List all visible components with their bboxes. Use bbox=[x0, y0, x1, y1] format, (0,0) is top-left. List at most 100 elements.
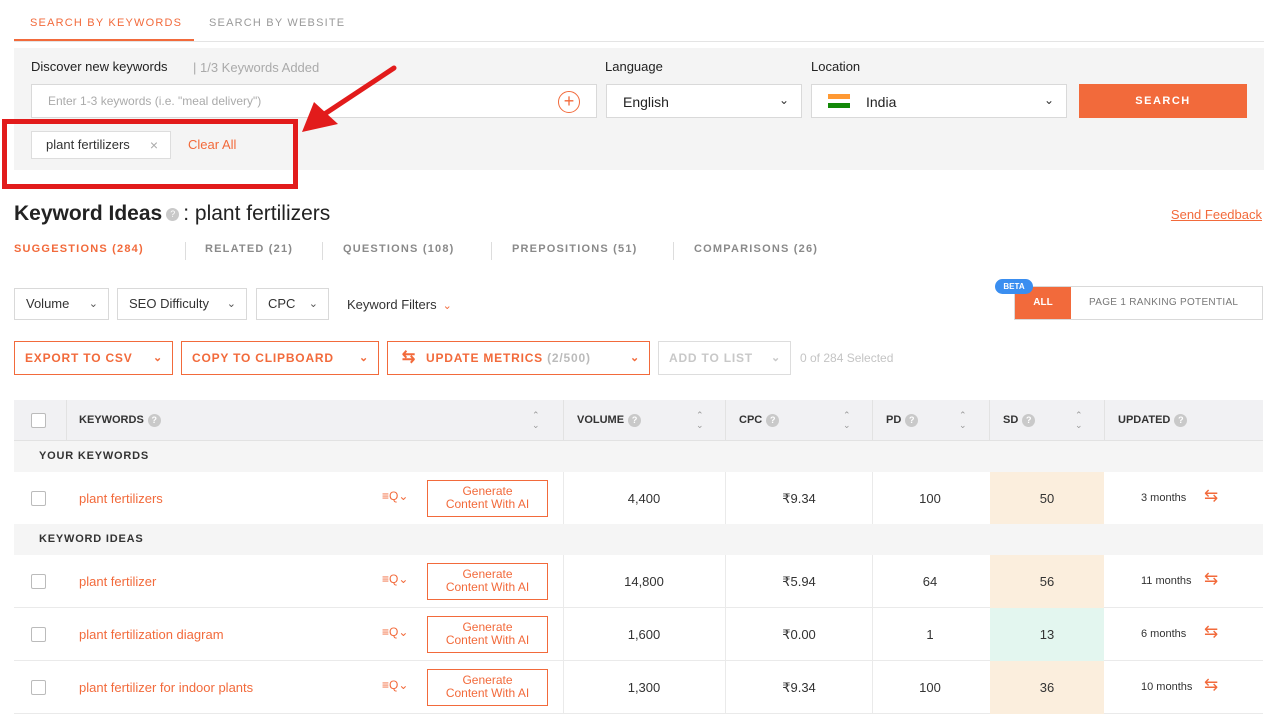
search-button[interactable]: SEARCH bbox=[1079, 84, 1247, 118]
page-title: Keyword Ideas?: plant fertilizers bbox=[14, 202, 330, 226]
update-metrics-button[interactable]: ⇆ UPDATE METRICS (2/500) ⌄ bbox=[387, 341, 650, 375]
generate-label-line2: Content With AI bbox=[445, 580, 530, 594]
export-csv-button[interactable]: EXPORT TO CSV ⌄ bbox=[14, 341, 173, 375]
sd-value: 56 bbox=[990, 555, 1104, 608]
annotation-arrow-icon bbox=[302, 65, 397, 132]
help-icon[interactable]: ? bbox=[166, 207, 180, 221]
tab-comparisons[interactable]: COMPARISONS (26) bbox=[694, 243, 818, 255]
table-row[interactable]: plant fertilizers ≡Q⌄ Generate Content Wi… bbox=[14, 472, 1263, 525]
header-volume[interactable]: VOLUME? bbox=[577, 400, 645, 441]
page1-ranking-toggle-button[interactable]: PAGE 1 RANKING POTENTIAL bbox=[1089, 287, 1238, 319]
serp-filter-icon[interactable]: ≡Q⌄ bbox=[382, 625, 408, 639]
table-row[interactable]: plant fertilizer for indoor plants ≡Q⌄ G… bbox=[14, 661, 1263, 714]
generate-label-line1: Generate bbox=[462, 673, 513, 687]
add-to-list-button[interactable]: ADD TO LIST ⌄ bbox=[658, 341, 791, 375]
row-checkbox[interactable] bbox=[31, 680, 46, 695]
tab-search-by-website[interactable]: SEARCH BY WEBSITE bbox=[209, 17, 345, 29]
help-icon[interactable]: ? bbox=[905, 413, 919, 427]
copy-clipboard-label: COPY TO CLIPBOARD bbox=[192, 351, 334, 365]
serp-filter-icon[interactable]: ≡Q⌄ bbox=[382, 572, 408, 586]
add-keyword-plus-icon[interactable]: + bbox=[558, 91, 580, 113]
chevron-down-icon: ⌄ bbox=[629, 352, 640, 364]
serp-filter-icon[interactable]: ≡Q⌄ bbox=[382, 678, 408, 692]
location-label: Location bbox=[811, 59, 861, 74]
section-keyword-ideas: KEYWORD IDEAS bbox=[14, 524, 1263, 555]
send-feedback-link[interactable]: Send Feedback bbox=[1171, 207, 1262, 222]
tab-related[interactable]: RELATED (21) bbox=[205, 243, 293, 255]
chevron-down-icon: ⌄ bbox=[308, 298, 318, 310]
cpc-filter[interactable]: CPC ⌄ bbox=[256, 288, 329, 320]
volume-filter[interactable]: Volume ⌄ bbox=[14, 288, 109, 320]
generate-content-button[interactable]: Generate Content With AI bbox=[427, 563, 548, 600]
keyword-link[interactable]: plant fertilizer bbox=[79, 574, 156, 589]
cpc-value: ₹5.94 bbox=[782, 574, 816, 589]
keyword-link[interactable]: plant fertilizers bbox=[79, 491, 163, 506]
refresh-icon[interactable]: ⇆ bbox=[1204, 675, 1218, 695]
table-row[interactable]: plant fertilization diagram ≡Q⌄ Generate… bbox=[14, 608, 1263, 661]
header-divider bbox=[1104, 400, 1105, 441]
seo-difficulty-filter[interactable]: SEO Difficulty ⌄ bbox=[117, 288, 247, 320]
select-all-checkbox[interactable] bbox=[31, 413, 46, 428]
row-checkbox[interactable] bbox=[31, 491, 46, 506]
help-icon[interactable]: ? bbox=[1174, 413, 1188, 427]
chevron-down-icon: ⌄ bbox=[1043, 93, 1054, 107]
cpc-value: ₹0.00 bbox=[782, 627, 816, 642]
volume-value: 4,400 bbox=[627, 491, 661, 506]
header-updated[interactable]: UPDATED? bbox=[1118, 400, 1191, 441]
sd-value: 13 bbox=[990, 608, 1104, 661]
sort-icon[interactable]: ⌃ ⌄ bbox=[532, 410, 540, 430]
serp-filter-icon[interactable]: ≡Q⌄ bbox=[382, 489, 408, 503]
table-header: KEYWORDS? ⌃ ⌄ VOLUME? ⌃ ⌄ CPC? ⌃ ⌄ PD? ⌃ ⌄ S… bbox=[14, 400, 1263, 441]
help-icon[interactable]: ? bbox=[766, 413, 780, 427]
sort-icon[interactable]: ⌃ ⌄ bbox=[843, 410, 851, 430]
pd-value: 100 bbox=[919, 680, 941, 695]
header-updated-label: UPDATED bbox=[1118, 414, 1171, 426]
keyword-filters-dropdown[interactable]: Keyword Filters ⌄ bbox=[347, 297, 452, 312]
keyword-link[interactable]: plant fertilization diagram bbox=[79, 627, 224, 642]
header-sd[interactable]: SD? bbox=[1003, 400, 1039, 441]
header-cpc[interactable]: CPC? bbox=[739, 400, 783, 441]
refresh-icon[interactable]: ⇆ bbox=[1204, 569, 1218, 589]
language-label: Language bbox=[605, 59, 663, 74]
keyword-filters-label: Keyword Filters bbox=[347, 297, 437, 312]
header-divider bbox=[872, 400, 873, 441]
help-icon[interactable]: ? bbox=[147, 413, 161, 427]
row-checkbox[interactable] bbox=[31, 574, 46, 589]
add-to-list-label: ADD TO LIST bbox=[669, 351, 753, 365]
help-icon[interactable]: ? bbox=[628, 413, 642, 427]
table-row[interactable]: plant fertilizer ≡Q⌄ Generate Content Wit… bbox=[14, 555, 1263, 608]
refresh-icon[interactable]: ⇆ bbox=[1204, 622, 1218, 642]
column-divider bbox=[563, 608, 564, 661]
header-pd[interactable]: PD? bbox=[886, 400, 922, 441]
tab-suggestions[interactable]: SUGGESTIONS (284) bbox=[14, 243, 144, 255]
row-checkbox[interactable] bbox=[31, 627, 46, 642]
pd-value: 64 bbox=[922, 574, 938, 589]
header-cpc-label: CPC bbox=[739, 414, 763, 426]
generate-content-button[interactable]: Generate Content With AI bbox=[427, 616, 548, 653]
updated-value: 3 months bbox=[1141, 492, 1187, 504]
copy-clipboard-button[interactable]: COPY TO CLIPBOARD ⌄ bbox=[181, 341, 379, 375]
language-select[interactable]: English ⌄ bbox=[606, 84, 802, 118]
tab-divider bbox=[322, 242, 323, 260]
sort-icon[interactable]: ⌃ ⌄ bbox=[1075, 410, 1083, 430]
help-icon[interactable]: ? bbox=[1022, 413, 1036, 427]
keyword-link[interactable]: plant fertilizer for indoor plants bbox=[79, 680, 253, 695]
chevron-down-icon: ⌄ bbox=[442, 300, 452, 312]
location-select[interactable]: India ⌄ bbox=[811, 84, 1067, 118]
column-divider bbox=[872, 555, 873, 608]
refresh-icon[interactable]: ⇆ bbox=[1204, 486, 1218, 506]
generate-label-line1: Generate bbox=[462, 484, 513, 498]
india-flag-icon bbox=[828, 94, 850, 108]
updated-value: 11 months bbox=[1141, 575, 1192, 587]
sort-icon[interactable]: ⌃ ⌄ bbox=[959, 410, 967, 430]
beta-badge: BETA bbox=[995, 279, 1033, 294]
tab-search-by-keywords[interactable]: SEARCH BY KEYWORDS bbox=[30, 17, 182, 29]
tab-questions[interactable]: QUESTIONS (108) bbox=[343, 243, 455, 255]
column-divider bbox=[725, 661, 726, 714]
tab-prepositions[interactable]: PREPOSITIONS (51) bbox=[512, 243, 638, 255]
generate-content-button[interactable]: Generate Content With AI bbox=[427, 480, 548, 517]
header-keywords[interactable]: KEYWORDS? bbox=[79, 400, 165, 441]
sort-icon[interactable]: ⌃ ⌄ bbox=[696, 410, 704, 430]
generate-content-button[interactable]: Generate Content With AI bbox=[427, 669, 548, 706]
volume-value: 1,300 bbox=[627, 680, 661, 695]
